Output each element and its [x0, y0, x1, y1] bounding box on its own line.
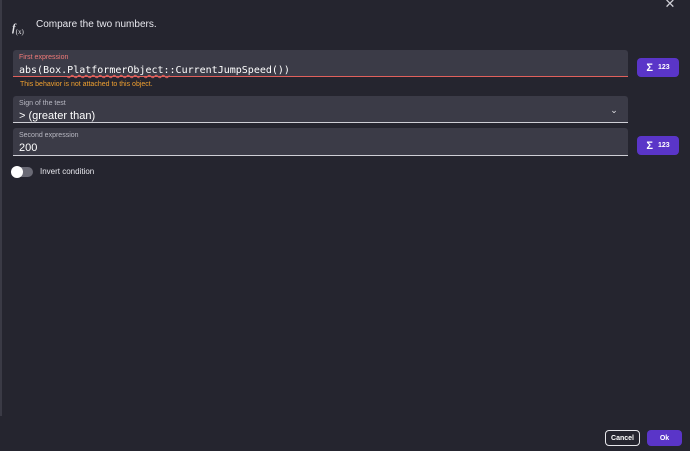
invert-condition-toggle[interactable] — [11, 166, 33, 178]
invert-condition-label: Invert condition — [40, 167, 95, 176]
second-expression-field[interactable]: Second expression 200 — [13, 128, 628, 156]
number-icon: 123 — [657, 64, 670, 71]
second-expression-label: Second expression — [19, 132, 79, 139]
ok-button[interactable]: Ok — [647, 430, 682, 446]
sigma-icon: Σ — [646, 139, 653, 152]
sign-label: Sign of the test — [19, 100, 66, 107]
toggle-knob — [11, 166, 23, 178]
cancel-button[interactable]: Cancel — [605, 430, 640, 446]
first-expression-input[interactable]: abs(Box.PlatformerObject::CurrentJumpSpe… — [19, 64, 622, 77]
sign-select[interactable]: Sign of the test > (greater than) ⌄ — [13, 96, 628, 123]
first-expression-editor-button[interactable]: Σ 123 — [637, 58, 679, 77]
first-expression-error: This behavior is not attached to this ob… — [20, 81, 153, 88]
number-icon: 123 — [657, 142, 670, 149]
chevron-down-icon[interactable]: ⌄ — [609, 105, 619, 115]
first-expression-field[interactable]: First expression abs(Box.PlatformerObjec… — [13, 50, 628, 77]
instruction-header: f(x) Compare the two numbers. — [12, 14, 157, 37]
function-icon: f(x) — [12, 21, 24, 37]
second-expression-editor-button[interactable]: Σ 123 — [637, 136, 679, 155]
sigma-icon: Σ — [646, 61, 653, 74]
error-highlight: PlatformerObject: — [67, 65, 170, 76]
sign-value: > (greater than) — [19, 110, 96, 122]
instruction-description: Compare the two numbers. — [36, 18, 157, 30]
second-expression-input[interactable]: 200 — [19, 142, 622, 155]
left-divider — [0, 0, 2, 416]
instruction-editor-dialog: ✕ f(x) Compare the two numbers. First ex… — [0, 0, 690, 451]
close-icon[interactable]: ✕ — [664, 0, 676, 10]
first-expression-label: First expression — [19, 54, 69, 61]
